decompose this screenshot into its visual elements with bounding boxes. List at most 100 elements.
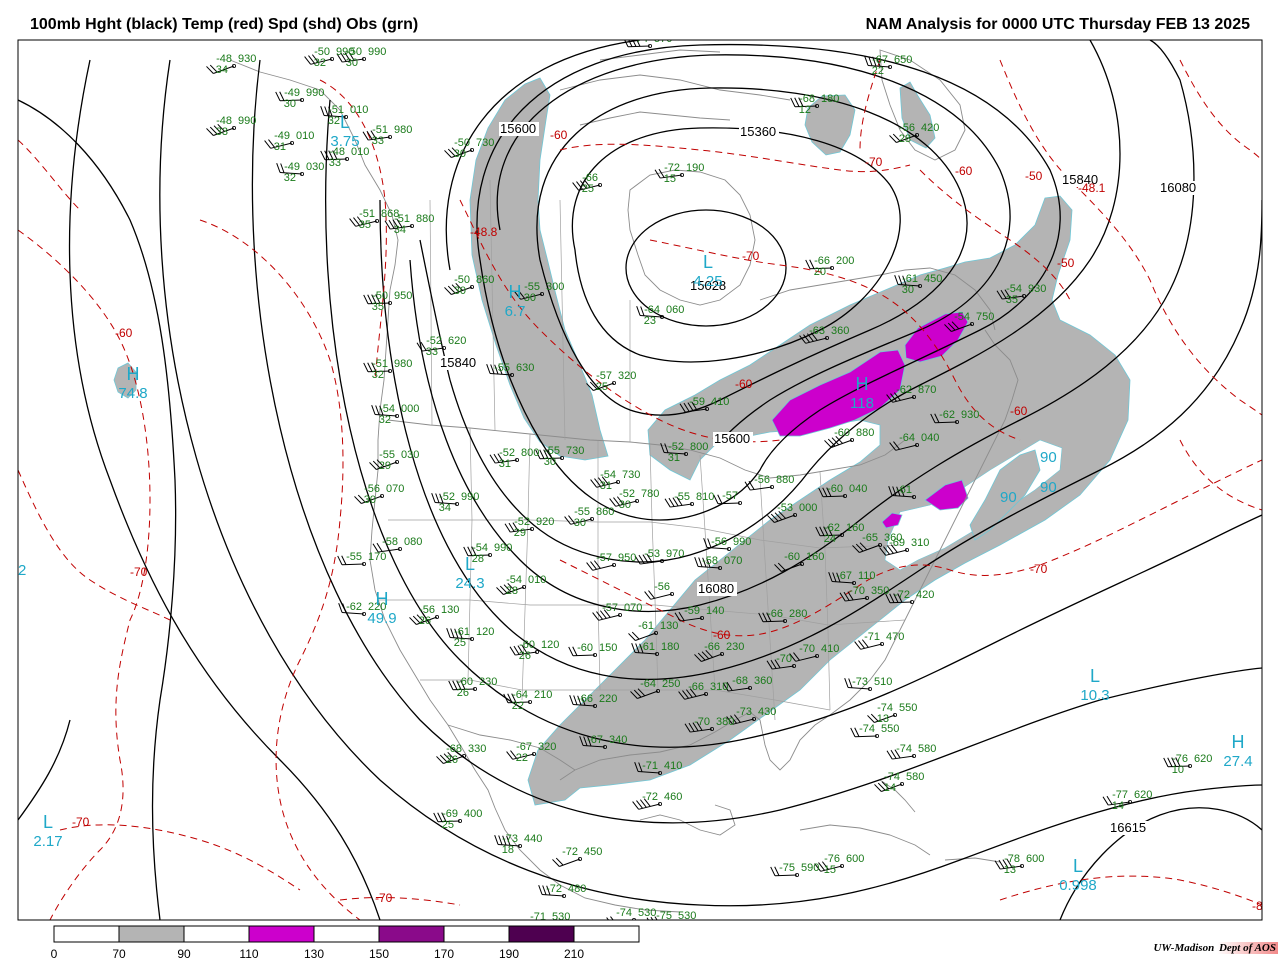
obs-height: 550 <box>881 723 899 735</box>
obs-height: 530 <box>638 907 656 919</box>
station-obs: -67 65022 <box>872 54 913 77</box>
speed-value-label: 90 <box>1040 449 1057 466</box>
speed-value-label: 2 <box>18 562 26 579</box>
obs-temp: -73 <box>736 706 752 718</box>
coast-mexico <box>494 807 681 913</box>
station-obs: -58 080 <box>382 536 422 548</box>
obs-temp: -73 <box>852 676 868 688</box>
obs-height: 530 <box>552 911 570 923</box>
arctic-islands-1 <box>559 74 791 101</box>
temp-contour-2 <box>199 219 361 920</box>
weather-map: -48 93034-50 99032-50 99030-49 99030 -51 01032… <box>17 33 1270 960</box>
obs-height: 450 <box>584 846 602 858</box>
height-contour-outer-d <box>68 59 381 920</box>
obs-height: 010 <box>350 104 368 116</box>
station-obs: -56 <box>654 581 670 593</box>
speed-legend: 0 70 90 110 130 150 170 190 210 <box>51 925 640 960</box>
obs-dewpoint: 35 <box>359 219 371 231</box>
obs-height: 650 <box>894 54 912 66</box>
obs-height: 990 <box>494 542 512 554</box>
center-value: 27.4 <box>1223 753 1252 770</box>
obs-height: 130 <box>660 620 678 632</box>
center-letter: L <box>465 554 475 574</box>
station-obs: -57 <box>722 490 738 502</box>
obs-dewpoint: 31 <box>499 458 511 470</box>
station-marker <box>672 921 675 924</box>
obs-height: 320 <box>618 370 636 382</box>
obs-height: 280 <box>789 608 807 620</box>
obs-height: 860 <box>596 506 614 518</box>
legend-seg-90-110 <box>183 925 250 943</box>
obs-temp: -72 <box>546 883 562 895</box>
obs-height: 080 <box>404 536 422 548</box>
station-obs: -72 460 <box>642 791 682 803</box>
obs-height: 460 <box>664 791 682 803</box>
obs-temp: -61 <box>638 620 654 632</box>
obs-temp: -66 <box>577 693 593 705</box>
obs-dewpoint: 26 <box>519 650 531 662</box>
obs-height: 300 <box>546 281 564 293</box>
obs-temp: -59 <box>689 396 705 408</box>
obs-dewpoint: 29 <box>379 460 391 472</box>
obs-height: 360 <box>831 325 849 337</box>
temp-label: -50 <box>1025 169 1043 183</box>
obs-dewpoint: 30 <box>346 57 358 69</box>
legend-tick-label: 150 <box>369 947 389 960</box>
obs-height: 860 <box>476 274 494 286</box>
obs-height: 980 <box>394 124 412 136</box>
station-obs: -55 86030 <box>574 506 615 529</box>
obs-height: 040 <box>921 432 939 444</box>
height-label: 16615 <box>1110 820 1146 835</box>
legend-seg-130-150 <box>313 925 380 943</box>
obs-height: 000 <box>401 403 419 415</box>
obs-height: 580 <box>906 771 924 783</box>
obs-temp: -74 <box>632 33 648 45</box>
legend-tick-label: 110 <box>239 947 258 960</box>
obs-height: 030 <box>401 449 419 461</box>
obs-height: 750 <box>976 311 994 323</box>
credit-dept: Dept of AOS <box>1216 942 1278 954</box>
obs-temp: -62 <box>346 601 362 613</box>
obs-dewpoint: 15 <box>824 864 836 876</box>
obs-height: 510 <box>874 676 892 688</box>
obs-height: 000 <box>799 502 817 514</box>
obs-height: 120 <box>541 639 559 651</box>
station-obs: -55 03029 <box>379 449 420 472</box>
center-value: 10.3 <box>1080 687 1109 704</box>
temp-contour-12 <box>59 824 301 891</box>
station-obs: -52 99034 <box>439 491 480 514</box>
height-contour-far-west <box>18 719 71 821</box>
obs-temp: -66 <box>704 641 720 653</box>
obs-height: 990 <box>238 115 256 127</box>
obs-temp: -60 <box>834 427 850 439</box>
obs-temp: -53 <box>777 502 793 514</box>
station-obs: -6625 <box>582 172 598 195</box>
obs-height: 880 <box>856 427 874 439</box>
temp-contour-11 <box>18 469 171 621</box>
obs-temp: -58 <box>382 536 398 548</box>
obs-height: 230 <box>726 641 744 653</box>
temp-label: -80 <box>1252 899 1270 913</box>
obs-dewpoint: 33 <box>372 135 384 147</box>
obs-dewpoint: 25 <box>596 381 608 393</box>
obs-height: 440 <box>524 833 542 845</box>
center-value: 24.3 <box>455 575 484 592</box>
obs-height: 870 <box>918 384 936 396</box>
obs-dewpoint: 30 <box>544 456 556 468</box>
obs-dewpoint: 30 <box>524 292 536 304</box>
station-obs: -74 570 <box>632 33 672 45</box>
obs-dewpoint: 30 <box>284 98 296 110</box>
legend-tick-label: 170 <box>434 947 454 960</box>
obs-height: 730 <box>622 469 640 481</box>
station-obs: -50 99030 <box>346 46 387 69</box>
obs-height: 430 <box>758 706 776 718</box>
height-label: 16080 <box>698 581 734 596</box>
legend-seg-150-170 <box>378 925 445 943</box>
obs-dewpoint: 33 <box>426 346 438 358</box>
obs-temp: -57 <box>596 552 612 564</box>
station-obs: -56 13026 <box>419 604 460 627</box>
obs-height: 880 <box>776 474 794 486</box>
obs-dewpoint: 22 <box>512 700 524 712</box>
obs-height: 950 <box>618 552 636 564</box>
obs-temp: -60 <box>784 551 800 563</box>
